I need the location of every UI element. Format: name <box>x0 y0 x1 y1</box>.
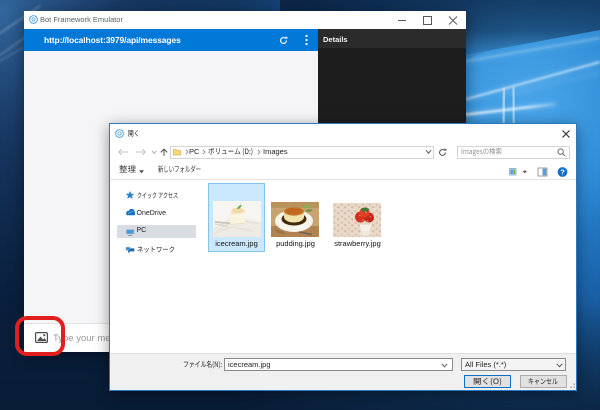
svg-text:?: ? <box>560 167 565 176</box>
